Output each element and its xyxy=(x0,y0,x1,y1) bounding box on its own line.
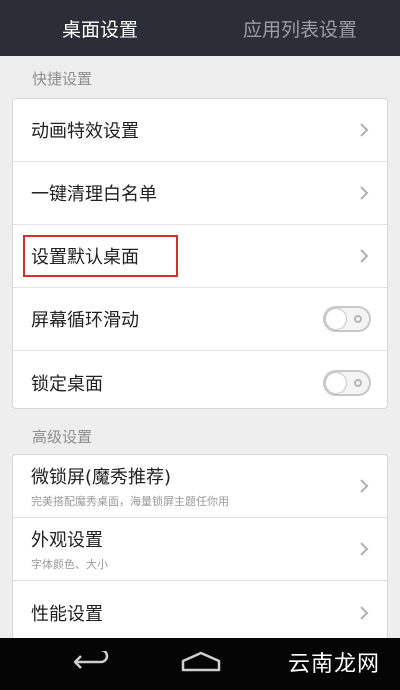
row-label: 外观设置 xyxy=(31,530,103,551)
row-label: 一键清理白名单 xyxy=(31,184,157,205)
back-button[interactable] xyxy=(66,648,116,680)
row-label: 微锁屏(魔秀推荐) xyxy=(31,467,172,488)
section-header-advanced: 高级设置 xyxy=(32,427,93,446)
tab-desktop-settings[interactable]: 桌面设置 xyxy=(0,0,200,56)
row-screen-loop-scroll: 屏幕循环滑动 xyxy=(13,288,387,351)
row-performance-settings[interactable]: 性能设置 xyxy=(13,581,387,643)
row-sublabel: 字体颜色、大小 xyxy=(31,558,108,571)
row-set-default-desktop[interactable]: 设置默认桌面 xyxy=(13,225,387,288)
row-label: 动画特效设置 xyxy=(31,121,139,142)
row-appearance-settings[interactable]: 外观设置 字体颜色、大小 xyxy=(13,518,387,581)
toggle-off-indicator xyxy=(354,315,362,323)
watermark-text: 云南龙网 xyxy=(288,652,381,677)
home-icon xyxy=(179,651,223,677)
row-animation-effects[interactable]: 动画特效设置 xyxy=(13,99,387,162)
row-one-click-clean-whitelist[interactable]: 一键清理白名单 xyxy=(13,162,387,225)
chevron-right-icon xyxy=(357,121,371,139)
row-micro-lockscreen[interactable]: 微锁屏(魔秀推荐) 完美搭配魔秀桌面，海量锁屏主题任你用 xyxy=(13,455,387,518)
section-header-quick: 快捷设置 xyxy=(32,69,93,88)
row-sublabel: 完美搭配魔秀桌面，海量锁屏主题任你用 xyxy=(31,495,229,508)
chevron-right-icon xyxy=(357,247,371,265)
chevron-right-icon xyxy=(357,604,371,622)
row-label: 设置默认桌面 xyxy=(31,247,139,268)
toggle-off-indicator xyxy=(354,378,362,387)
toggle-knob xyxy=(325,371,347,394)
tab-bar: 桌面设置 应用列表设置 xyxy=(0,0,400,56)
home-button[interactable] xyxy=(176,648,226,680)
chevron-right-icon xyxy=(357,184,371,202)
row-label: 锁定桌面 xyxy=(31,373,103,395)
row-lock-desktop: 锁定桌面 xyxy=(13,351,387,408)
lock-desktop-toggle[interactable] xyxy=(323,369,371,396)
tab-app-list-settings[interactable]: 应用列表设置 xyxy=(200,0,400,56)
toggle-knob xyxy=(325,308,347,330)
row-label: 屏幕循环滑动 xyxy=(31,310,139,331)
advanced-settings-card: 微锁屏(魔秀推荐) 完美搭配魔秀桌面，海量锁屏主题任你用 外观设置 字体颜色、大… xyxy=(12,454,388,644)
back-arrow-icon xyxy=(71,648,111,677)
screen-loop-toggle[interactable] xyxy=(323,306,371,332)
chevron-right-icon xyxy=(357,540,371,558)
row-label: 性能设置 xyxy=(31,603,103,625)
chevron-right-icon xyxy=(357,477,371,495)
quick-settings-card: 动画特效设置 一键清理白名单 设置默认桌面 屏幕循环滑动 锁定桌面 xyxy=(12,98,388,409)
